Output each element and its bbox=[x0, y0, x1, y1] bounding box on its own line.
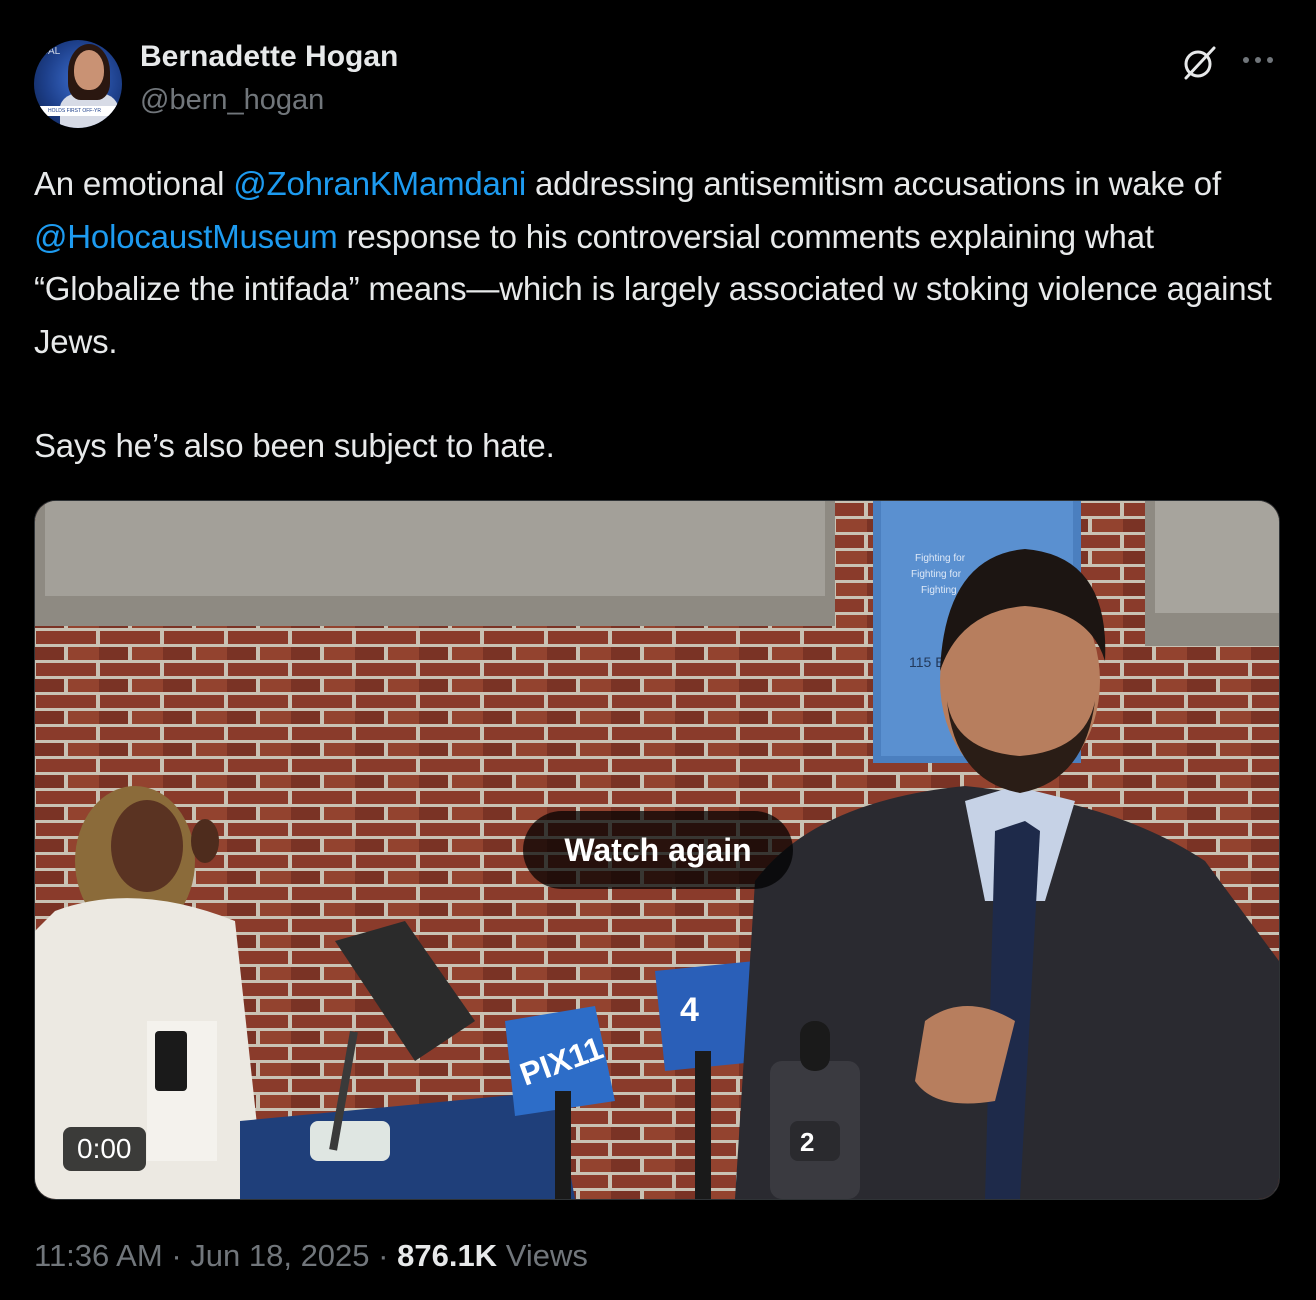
meta-separator: · bbox=[378, 1238, 389, 1273]
tweet-date[interactable]: Jun 18, 2025 bbox=[190, 1238, 369, 1273]
watch-again-button[interactable]: Watch again bbox=[523, 811, 793, 889]
avatar-face bbox=[74, 50, 104, 90]
tweet-paragraph-2: Says he’s also been subject to hate. bbox=[34, 427, 555, 464]
views-label: Views bbox=[505, 1238, 588, 1273]
mic-flag-label: 2 bbox=[800, 1127, 814, 1157]
meta-separator: · bbox=[171, 1238, 182, 1273]
mention-link-holocaustmuseum[interactable]: @HolocaustMuseum bbox=[34, 218, 338, 255]
mention-link-zohrankmamdani[interactable]: @ZohranKMamdani bbox=[233, 165, 526, 202]
mic-flag-label: 4 bbox=[680, 991, 699, 1029]
tweet-meta: 11:36 AM · Jun 18, 2025 · 876.1K Views bbox=[34, 1238, 588, 1274]
tweet-time[interactable]: 11:36 AM bbox=[34, 1238, 163, 1273]
author-name[interactable]: Bernadette Hogan bbox=[140, 40, 398, 74]
author-avatar[interactable]: HOLDS FIRST OFF-YR ICAL bbox=[34, 40, 122, 128]
video-duration-badge: 0:00 bbox=[63, 1127, 146, 1171]
tweet-text-segment: addressing antisemitism accusations in w… bbox=[525, 165, 1221, 202]
tweet-text-segment: An emotional bbox=[34, 165, 234, 202]
avatar-tag: ICAL bbox=[38, 46, 61, 57]
grok-icon[interactable] bbox=[1180, 42, 1220, 82]
tweet-text: An emotional @ZohranKMamdani addressing … bbox=[34, 158, 1284, 473]
author-handle[interactable]: @bern_hogan bbox=[140, 84, 324, 117]
sign-line: Fighting for bbox=[911, 569, 962, 580]
views-count: 876.1K bbox=[397, 1238, 498, 1273]
tweet-paragraph-1: An emotional @ZohranKMamdani addressing … bbox=[34, 158, 1284, 368]
sign-line: Fighting bbox=[921, 585, 957, 596]
avatar-chyron: HOLDS FIRST OFF-YR bbox=[34, 106, 122, 116]
sign-line: Fighting for bbox=[915, 553, 966, 564]
tweet: HOLDS FIRST OFF-YR ICAL Bernadette Hogan… bbox=[0, 0, 1316, 1300]
more-horizontal-icon[interactable] bbox=[1240, 48, 1276, 72]
video-player[interactable]: Fighting for Fighting for Fighting 115 E… bbox=[34, 500, 1280, 1200]
